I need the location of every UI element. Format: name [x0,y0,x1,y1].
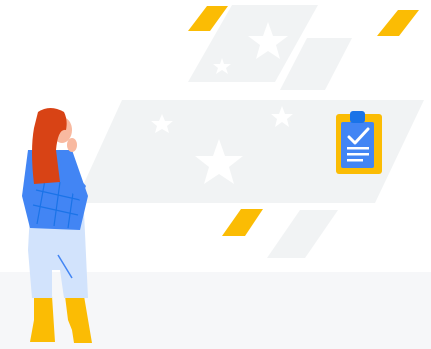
panel-lower [267,210,338,258]
illustration [22,5,424,343]
right-boot [65,296,92,343]
woman-figure [22,108,92,343]
hand [67,138,77,152]
yellow-accent-top-right [377,10,419,36]
illustration-scene [0,0,431,349]
left-boot [30,296,55,342]
yellow-accent-bottom [222,209,263,236]
clipboard-check-icon [336,111,382,174]
